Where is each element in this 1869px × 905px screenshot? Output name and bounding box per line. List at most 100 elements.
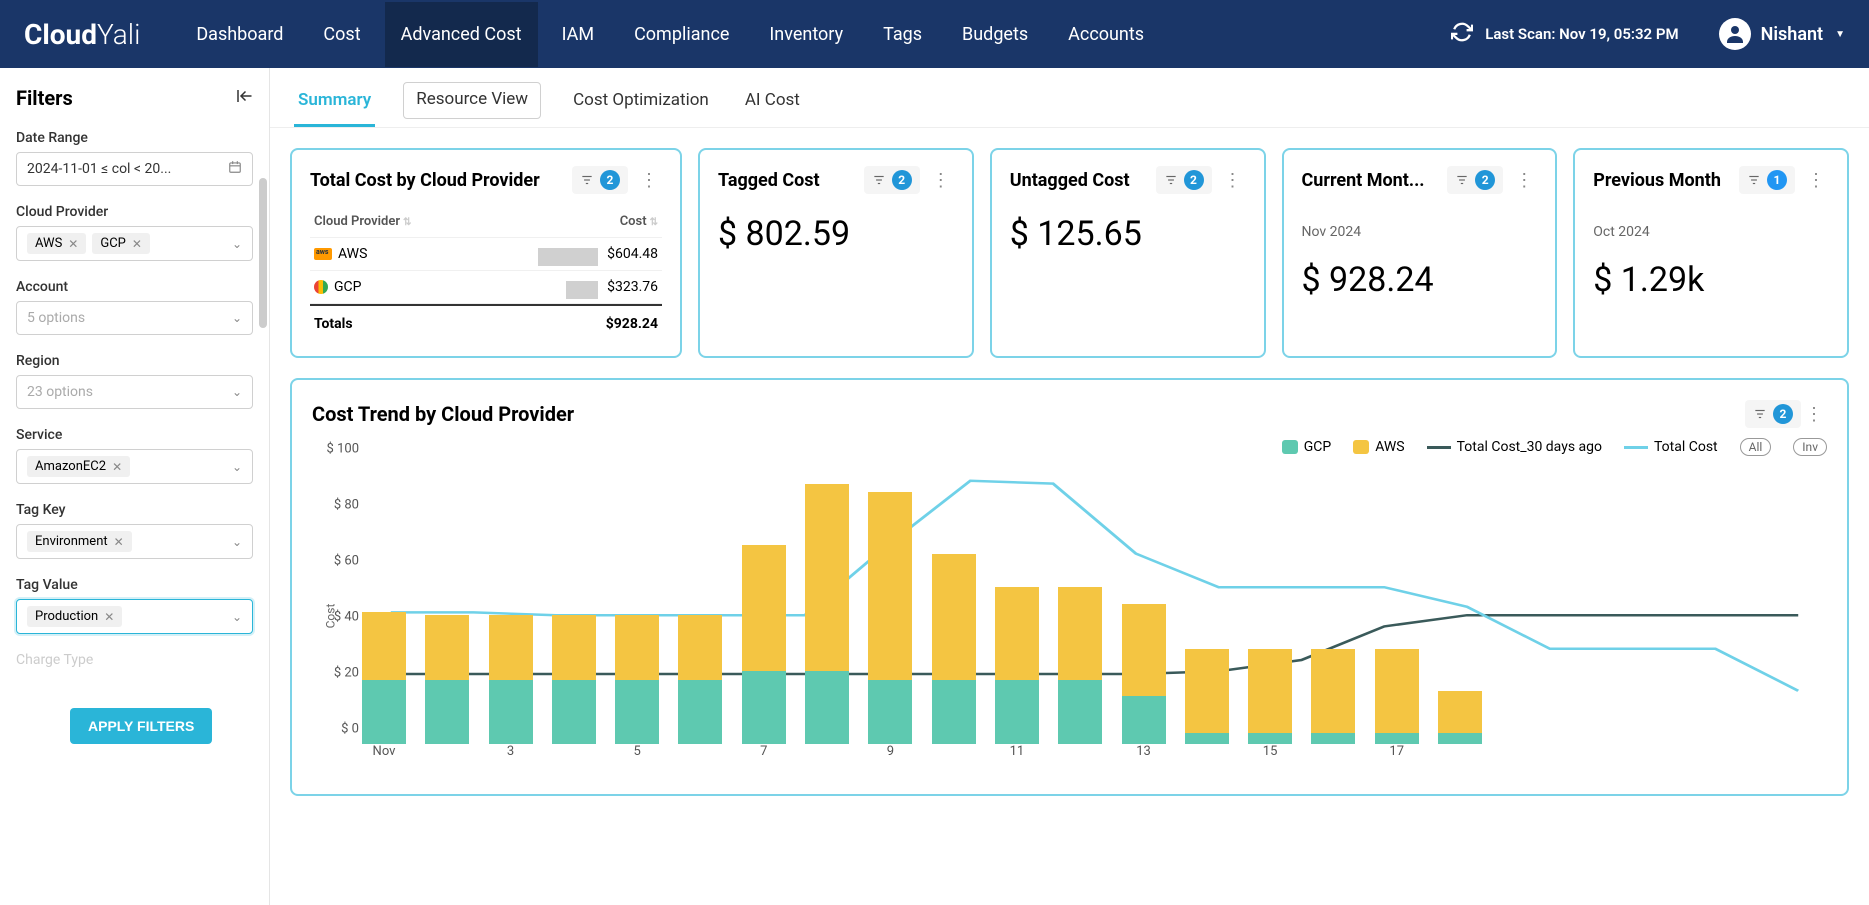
account-label: Account — [16, 279, 253, 295]
chart-bar — [362, 612, 406, 744]
card-title: Untagged Cost — [1010, 170, 1148, 191]
card-filter-button[interactable]: 2 — [572, 166, 628, 194]
card-menu-icon[interactable]: ⋮ — [1801, 404, 1827, 425]
tab-cost-optimization[interactable]: Cost Optimization — [569, 82, 713, 127]
legend-inv-button[interactable]: Inv — [1793, 438, 1827, 456]
date-range-label: Date Range — [16, 130, 253, 146]
card-menu-icon[interactable]: ⋮ — [1220, 170, 1246, 191]
calendar-icon — [228, 160, 242, 178]
filters-sidebar: Filters Date Range 2024-11-01 ≤ col < 20… — [0, 68, 270, 905]
tag-value-label: Tag Value — [16, 577, 253, 593]
filter-tag: Environment ✕ — [27, 531, 132, 552]
chart-bar — [425, 615, 469, 744]
chevron-down-icon: ▼ — [1835, 29, 1845, 40]
nav-item-accounts[interactable]: Accounts — [1052, 2, 1160, 67]
card-filter-button[interactable]: 2 — [864, 166, 920, 194]
card-menu-icon[interactable]: ⋮ — [1511, 170, 1537, 191]
user-menu[interactable]: Nishant ▼ — [1719, 18, 1845, 50]
chevron-down-icon: ⌄ — [232, 237, 242, 251]
filter-tag: AWS ✕ — [27, 233, 86, 254]
legend-aws[interactable]: AWS — [1353, 439, 1404, 455]
cloud-provider-select[interactable]: AWS ✕ GCP ✕ ⌄ — [16, 226, 253, 261]
chart-plot-area: Cost $ 0$ 20$ 40$ 60$ 80$ 100 — [362, 464, 1827, 774]
untagged-cost-card: Untagged Cost 2 ⋮ $ 125.65 — [990, 148, 1266, 358]
chart-bar — [805, 484, 849, 744]
chart-bar — [1248, 649, 1292, 744]
nav-item-compliance[interactable]: Compliance — [618, 2, 745, 67]
collapse-sidebar-icon[interactable] — [235, 87, 253, 110]
charge-type-label: Charge Type — [16, 652, 253, 668]
table-row: AWS $604.48 — [310, 238, 662, 271]
tag-remove-icon[interactable]: ✕ — [132, 237, 142, 251]
chevron-down-icon: ⌄ — [232, 460, 242, 474]
tag-remove-icon[interactable]: ✕ — [112, 460, 122, 474]
card-filter-button[interactable]: 2 — [1156, 166, 1212, 194]
previous-month-value: $ 1.29k — [1593, 260, 1829, 300]
filters-title: Filters — [16, 86, 73, 110]
chart-bar — [1058, 587, 1102, 744]
untagged-cost-value: $ 125.65 — [1010, 214, 1246, 254]
cost-trend-chart-card: Cost Trend by Cloud Provider 2 ⋮ GCP AWS… — [290, 378, 1849, 796]
table-row: GCP $323.76 — [310, 271, 662, 304]
chart-bar — [1311, 649, 1355, 744]
card-filter-button[interactable]: 2 — [1447, 166, 1503, 194]
chart-bar — [742, 545, 786, 744]
legend-all-button[interactable]: All — [1740, 438, 1772, 456]
region-label: Region — [16, 353, 253, 369]
legend-total[interactable]: Total Cost — [1624, 439, 1718, 455]
tag-remove-icon[interactable]: ✕ — [114, 535, 124, 549]
aws-icon — [314, 248, 332, 260]
tag-key-select[interactable]: Environment ✕ ⌄ — [16, 524, 253, 559]
nav-item-budgets[interactable]: Budgets — [946, 2, 1044, 67]
chart-bar — [868, 492, 912, 744]
nav-item-cost[interactable]: Cost — [307, 2, 376, 67]
previous-month-sub: Oct 2024 — [1593, 224, 1829, 240]
card-menu-icon[interactable]: ⋮ — [636, 170, 662, 191]
current-month-card: Current Mont... 2 ⋮ Nov 2024 $ 928.24 — [1282, 148, 1558, 358]
nav-item-inventory[interactable]: Inventory — [753, 2, 859, 67]
refresh-icon[interactable] — [1451, 21, 1473, 48]
legend-prev[interactable]: Total Cost_30 days ago — [1427, 439, 1602, 455]
nav-item-dashboard[interactable]: Dashboard — [180, 2, 299, 67]
tag-remove-icon[interactable]: ✕ — [104, 610, 114, 624]
user-avatar-icon — [1719, 18, 1751, 50]
current-month-sub: Nov 2024 — [1302, 224, 1538, 240]
sidebar-scrollbar[interactable] — [259, 178, 267, 328]
legend-gcp[interactable]: GCP — [1282, 439, 1331, 455]
tab-summary[interactable]: Summary — [294, 82, 375, 127]
tag-remove-icon[interactable]: ✕ — [68, 237, 78, 251]
card-title: Current Mont... — [1302, 170, 1440, 191]
chart-bar — [615, 615, 659, 744]
card-menu-icon[interactable]: ⋮ — [1803, 170, 1829, 191]
chart-bar — [552, 615, 596, 744]
chart-legend: GCP AWS Total Cost_30 days ago Total Cos… — [312, 438, 1827, 456]
card-menu-icon[interactable]: ⋮ — [928, 170, 954, 191]
date-range-input[interactable]: 2024-11-01 ≤ col < 20... — [16, 152, 253, 186]
tagged-cost-value: $ 802.59 — [718, 214, 954, 254]
chart-bar — [678, 615, 722, 744]
total-cost-by-provider-card: Total Cost by Cloud Provider 2 ⋮ Cloud P… — [290, 148, 682, 358]
nav-item-tags[interactable]: Tags — [867, 2, 938, 67]
filter-tag: AmazonEC2 ✕ — [27, 456, 130, 477]
nav-item-advanced-cost[interactable]: Advanced Cost — [385, 2, 538, 67]
card-filter-button[interactable]: 1 — [1739, 166, 1795, 194]
tab-resource-view[interactable]: Resource View — [403, 82, 541, 119]
chevron-down-icon: ⌄ — [232, 610, 242, 624]
chart-bar — [932, 554, 976, 744]
chevron-down-icon: ⌄ — [232, 385, 242, 399]
user-name: Nishant — [1761, 24, 1823, 45]
nav-item-iam[interactable]: IAM — [546, 2, 611, 67]
tab-ai-cost[interactable]: AI Cost — [741, 82, 804, 127]
filter-tag: GCP ✕ — [92, 233, 150, 254]
service-select[interactable]: AmazonEC2 ✕ ⌄ — [16, 449, 253, 484]
service-label: Service — [16, 427, 253, 443]
card-filter-button[interactable]: 2 — [1745, 400, 1801, 428]
current-month-value: $ 928.24 — [1302, 260, 1538, 300]
tag-value-select[interactable]: Production ✕ ⌄ — [16, 599, 253, 634]
gcp-icon — [314, 280, 328, 294]
card-title: Total Cost by Cloud Provider — [310, 170, 564, 191]
apply-filters-button[interactable]: APPLY FILTERS — [70, 708, 212, 744]
account-select[interactable]: 5 options ⌄ — [16, 301, 253, 335]
app-logo[interactable]: CloudYali — [24, 18, 140, 51]
region-select[interactable]: 23 options ⌄ — [16, 375, 253, 409]
